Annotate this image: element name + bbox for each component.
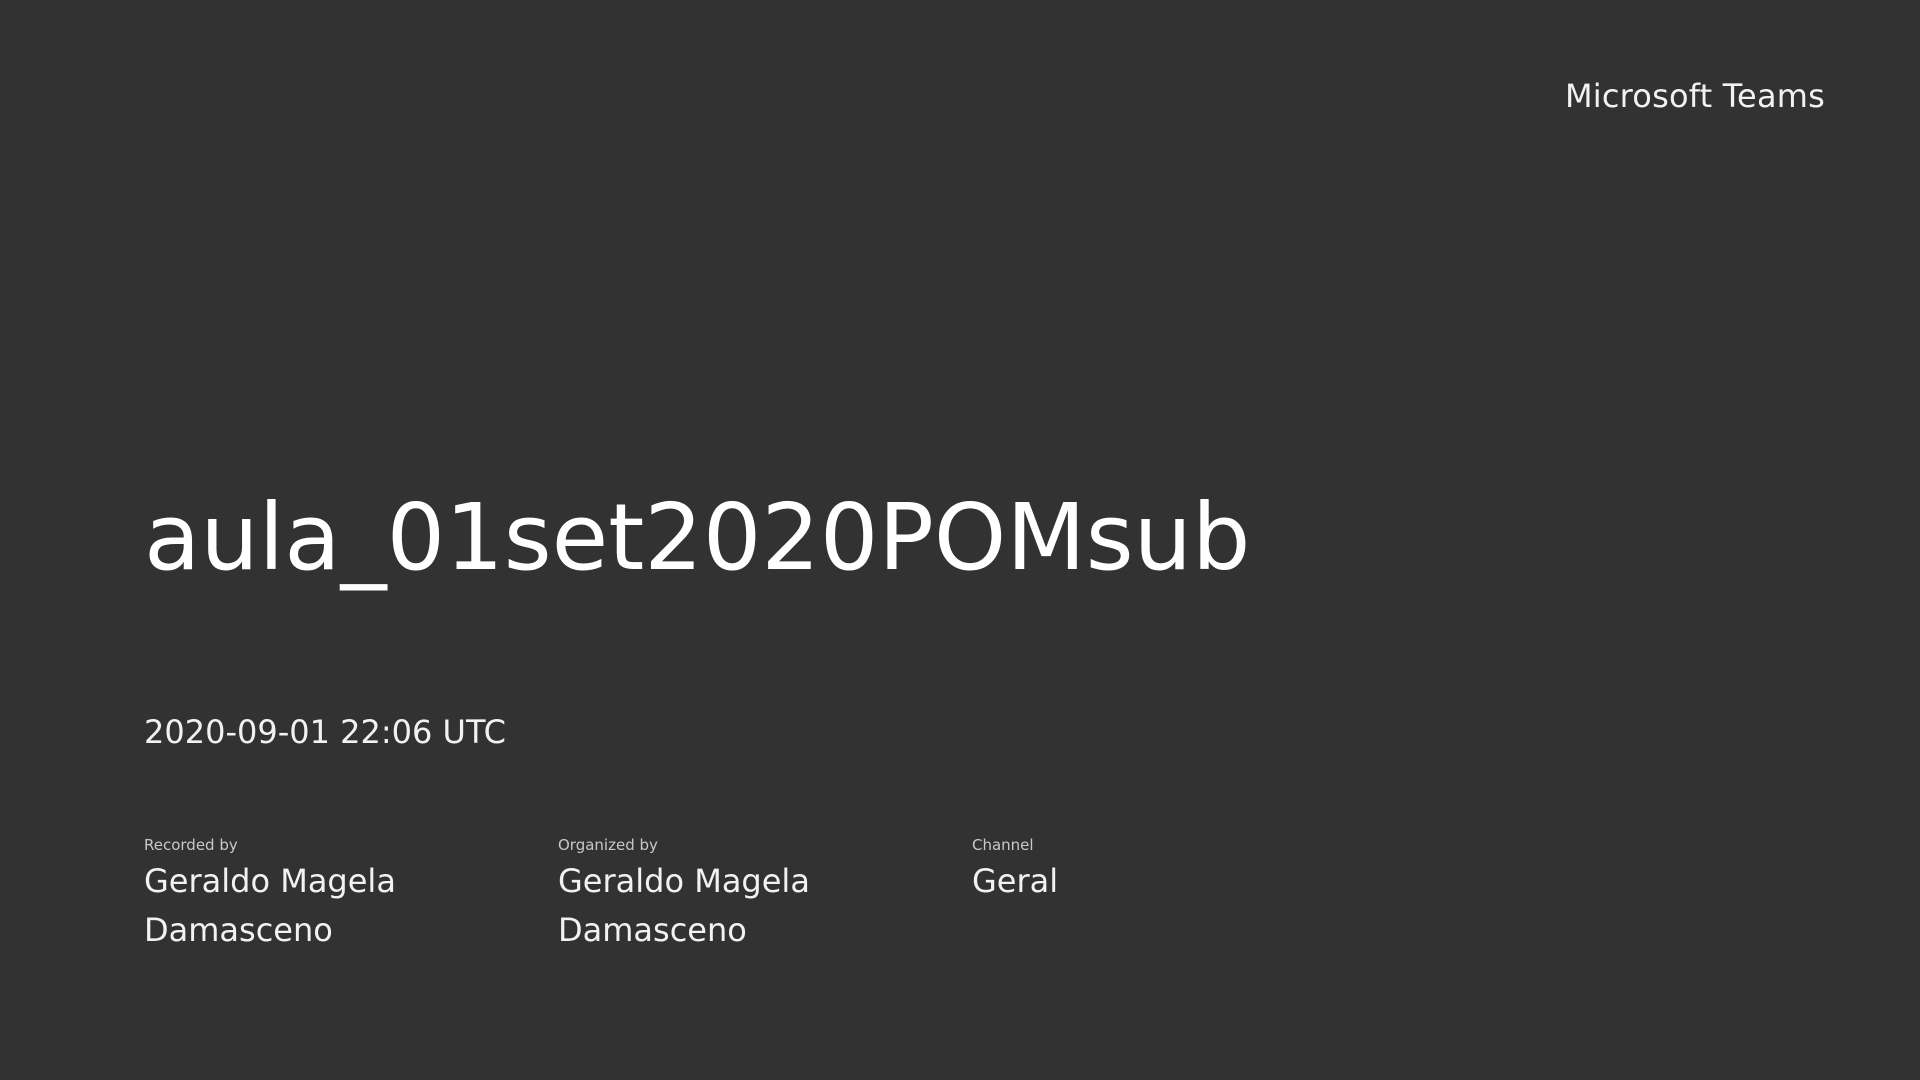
meeting-title: aula_01set2020POMsub <box>144 484 1251 591</box>
channel-value: Geral <box>972 862 1059 900</box>
channel-label: Channel <box>972 836 1034 854</box>
organized-by-label: Organized by <box>558 836 658 854</box>
meeting-details: Recorded by Geraldo Magela Damasceno Org… <box>144 833 1386 955</box>
recorded-by-value: Geraldo Magela Damasceno <box>144 862 396 949</box>
organized-by-section: Organized by Geraldo Magela Damasceno <box>558 833 972 955</box>
organized-by-value: Geraldo Magela Damasceno <box>558 862 810 949</box>
channel-section: Channel Geral <box>972 833 1386 955</box>
meeting-timestamp: 2020-09-01 22:06 UTC <box>144 713 506 751</box>
brand-label: Microsoft Teams <box>1564 77 1825 115</box>
recorded-by-section: Recorded by Geraldo Magela Damasceno <box>144 833 558 955</box>
recorded-by-label: Recorded by <box>144 836 238 854</box>
